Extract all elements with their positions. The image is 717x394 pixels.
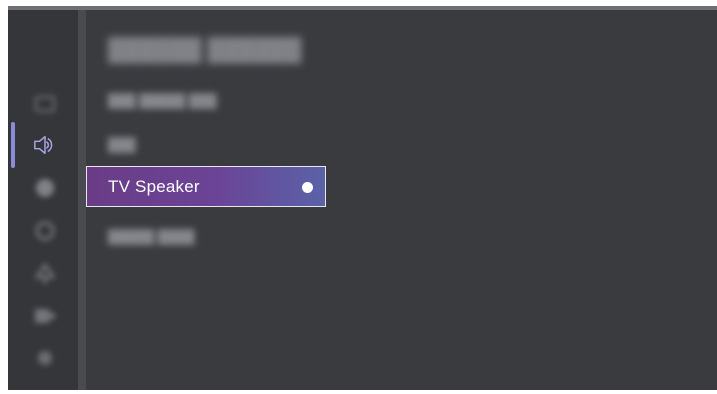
- selected-radio-indicator: [302, 182, 313, 193]
- sound-icon[interactable]: [33, 133, 57, 157]
- accessibility-icon[interactable]: [33, 262, 57, 286]
- support-icon[interactable]: [33, 346, 57, 370]
- page-title: ██████ ██████: [108, 37, 302, 62]
- option-soundbar[interactable]: ███ █████ ███: [108, 93, 217, 108]
- active-indicator: [11, 122, 15, 168]
- input-icon[interactable]: [33, 304, 57, 328]
- system-icon[interactable]: [33, 219, 57, 243]
- audio-output-menu: ██████ ██████ ███ █████ ███ ███ TV Speak…: [86, 10, 717, 390]
- option-spdif[interactable]: █████ ████: [108, 229, 195, 244]
- sidebar-divider: [78, 10, 86, 390]
- picture-icon[interactable]: [33, 92, 57, 116]
- network-icon[interactable]: [33, 176, 57, 200]
- option-arc[interactable]: ███: [108, 137, 136, 152]
- option-tv-speaker[interactable]: TV Speaker: [86, 166, 326, 207]
- settings-sidebar: [8, 10, 78, 390]
- option-label: TV Speaker: [108, 176, 200, 196]
- tv-settings-screen: ██████ ██████ ███ █████ ███ ███ TV Speak…: [8, 6, 717, 390]
